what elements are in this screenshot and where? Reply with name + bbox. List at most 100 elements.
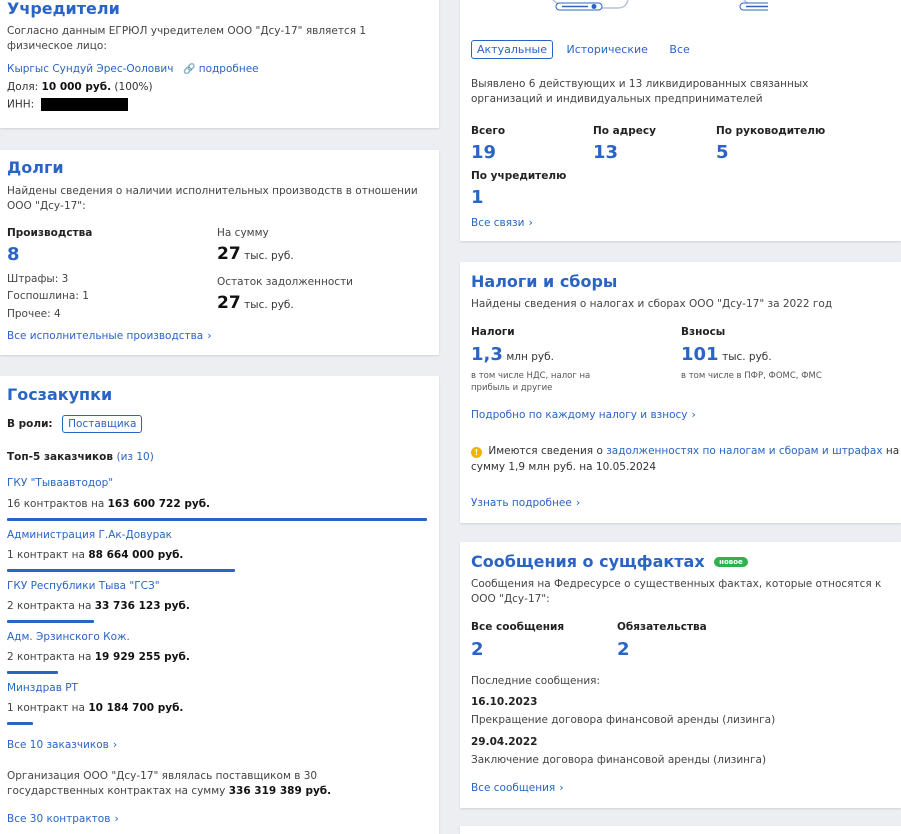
- chevron-right-icon: ›: [207, 329, 212, 342]
- all-customers-label: Все 10 заказчиков: [7, 739, 109, 751]
- sum-unit: тыс. руб.: [244, 250, 294, 262]
- founder-more-label: подробнее: [198, 63, 259, 75]
- top-customers-of[interactable]: (из 10): [117, 451, 154, 463]
- customer-amount-5: 10 184 700 руб.: [88, 702, 184, 714]
- fines-count: Штрафы: 3: [7, 273, 69, 285]
- tax-unit: млн руб.: [506, 351, 554, 363]
- debts-description: Найдены сведения о наличии исполнительны…: [7, 185, 418, 212]
- sum-number: 27: [217, 244, 241, 264]
- all-contracts-link[interactable]: Все 30 контрактов ›: [7, 812, 119, 825]
- share-percent: (100%): [114, 81, 153, 93]
- tax-label: Налоги: [471, 326, 515, 338]
- warning-line2: сумму 1,9 млн руб. на 10.05.2024: [471, 461, 657, 473]
- founders-title: Учредители: [7, 0, 120, 18]
- taxes-card: Налоги и сборы Найдены сведения о налога…: [460, 262, 901, 523]
- all-messages-link[interactable]: Все сообщения ›: [471, 781, 564, 794]
- all-messages-link-label: Все сообщения: [471, 782, 556, 794]
- tab-all[interactable]: Все: [669, 43, 689, 56]
- head-value[interactable]: 5: [716, 142, 729, 163]
- fee-label: Взносы: [681, 326, 726, 338]
- customer-amount-4: 19 929 255 руб.: [94, 651, 190, 663]
- new-badge: новое: [714, 557, 748, 567]
- links-tabs: Актуальные Исторические Все: [471, 40, 690, 59]
- customer-count-2: 1 контракт на: [7, 549, 85, 561]
- sum-value: 27 тыс. руб.: [217, 244, 294, 264]
- customer-name-2[interactable]: Администрация Г.Ак-Довурак: [7, 529, 172, 541]
- tax-more-link[interactable]: Узнать подробнее ›: [471, 496, 580, 509]
- role-label: В роли:: [7, 418, 53, 430]
- customer-contracts-5: 1 контракт на 10 184 700 руб.: [7, 701, 183, 716]
- tab-actual[interactable]: Актуальные: [471, 40, 553, 59]
- all-messages-value[interactable]: 2: [471, 639, 484, 660]
- founder-row: Кыргыс Сундуй Эрес-Оолович 🔗 подробнее: [7, 62, 259, 75]
- graph-icon: [552, 0, 789, 11]
- customer-bar-5: [7, 722, 33, 725]
- tab-historical[interactable]: Исторические: [567, 43, 648, 56]
- address-value[interactable]: 13: [593, 142, 618, 163]
- customer-bar-3: [7, 620, 94, 623]
- inn-redacted: [40, 98, 128, 111]
- customer-amount-2: 88 664 000 руб.: [88, 549, 184, 561]
- fee-note: в том числе в ПФР, ФОМС, ФМС: [681, 371, 822, 381]
- founder-inn: ИНН:: [7, 98, 128, 111]
- address-label: По адресу: [593, 125, 656, 137]
- founder-link-label: По учредителю: [471, 170, 567, 182]
- total-value[interactable]: 19: [471, 142, 496, 163]
- share-label: Доля:: [7, 81, 39, 93]
- sum-label: На сумму: [217, 227, 269, 239]
- tax-warning: ! Имеются сведения о задолженностях по н…: [471, 443, 899, 475]
- warning-link[interactable]: задолженностях по налогам и сборам и штр…: [606, 445, 882, 457]
- customer-name-5[interactable]: Минздрав РТ: [7, 682, 78, 694]
- customer-name-3[interactable]: ГКУ Республики Тыва "ГСЗ": [7, 580, 160, 592]
- chevron-right-icon: ›: [559, 781, 564, 794]
- rest-number: 27: [217, 293, 241, 313]
- all-links-link[interactable]: Все связи ›: [471, 216, 533, 229]
- founder-share: Доля: 10 000 руб. (100%): [7, 81, 153, 93]
- facts-title: Сообщения о сущфактах: [471, 552, 705, 571]
- fees-count: Госпошлина: 1: [7, 290, 89, 302]
- founders-description: Согласно данным ЕГРЮЛ учредителем ООО "Д…: [7, 25, 367, 52]
- chevron-right-icon: ›: [691, 408, 696, 421]
- tax-number: 1,3: [471, 344, 503, 365]
- all-customers-link[interactable]: Все 10 заказчиков ›: [7, 738, 117, 751]
- facts-card: Сообщения о сущфактах новое Сообщения на…: [460, 542, 901, 808]
- taxes-title: Налоги и сборы: [471, 272, 618, 291]
- role-row: В роли: Поставщика: [7, 415, 143, 433]
- facts-description: Сообщения на Федресурсе о существенных ф…: [471, 578, 882, 605]
- chevron-right-icon: ›: [575, 496, 581, 509]
- customer-contracts-3: 2 контракта на 33 736 123 руб.: [7, 599, 190, 614]
- founder-link-value[interactable]: 1: [471, 187, 484, 208]
- customer-bar-2: [7, 569, 235, 572]
- tax-detail-label: Подробно по каждому налогу и взносу: [471, 409, 688, 421]
- obligations-label: Обязательства: [617, 621, 707, 633]
- obligations-value[interactable]: 2: [617, 639, 630, 660]
- proceedings-label: Производства: [7, 227, 93, 239]
- customer-contracts-2: 1 контракт на 88 664 000 руб.: [7, 548, 183, 563]
- chevron-right-icon: ›: [114, 812, 119, 825]
- customer-name-4[interactable]: Адм. Эрзинского Кож.: [7, 631, 130, 643]
- warning-pre: Имеются сведения о: [488, 445, 603, 457]
- role-supplier-tag[interactable]: Поставщика: [62, 415, 143, 433]
- customer-contracts-4: 2 контракта на 19 929 255 руб.: [7, 650, 190, 665]
- message-text-2: Заключение договора финансовой аренды (л…: [471, 754, 767, 766]
- all-links-label: Все связи: [471, 217, 525, 229]
- tax-detail-link[interactable]: Подробно по каждому налогу и взносу ›: [471, 408, 696, 421]
- all-contracts-label: Все 30 контрактов: [7, 813, 111, 825]
- chevron-right-icon: ›: [112, 738, 118, 751]
- founder-name-link[interactable]: Кыргыс Сундуй Эрес-Оолович: [7, 63, 173, 75]
- tax-note: в том числе НДС, налог на прибыль и друг…: [471, 371, 591, 393]
- customer-count-1: 16 контрактов на: [7, 498, 105, 510]
- customer-name-1[interactable]: ГКУ "Тываавтодор": [7, 477, 113, 489]
- all-proceedings-link[interactable]: Все исполнительные производства ›: [7, 329, 212, 342]
- founder-more-link[interactable]: 🔗 подробнее: [183, 63, 259, 75]
- customer-contracts-1: 16 контрактов на 163 600 722 руб.: [7, 497, 210, 512]
- other-count: Прочее: 4: [7, 308, 61, 320]
- tax-value: 1,3 млн руб.: [471, 344, 554, 365]
- message-text-1: Прекращение договора финансовой аренды (…: [471, 714, 776, 726]
- tax-more-label: Узнать подробнее: [471, 497, 572, 509]
- fee-unit: тыс. руб.: [722, 351, 772, 363]
- customer-bar-4: [7, 671, 58, 674]
- share-value: 10 000 руб.: [41, 81, 112, 93]
- top-customers-heading: Топ-5 заказчиков (из 10): [7, 450, 154, 463]
- fee-number: 101: [681, 344, 719, 365]
